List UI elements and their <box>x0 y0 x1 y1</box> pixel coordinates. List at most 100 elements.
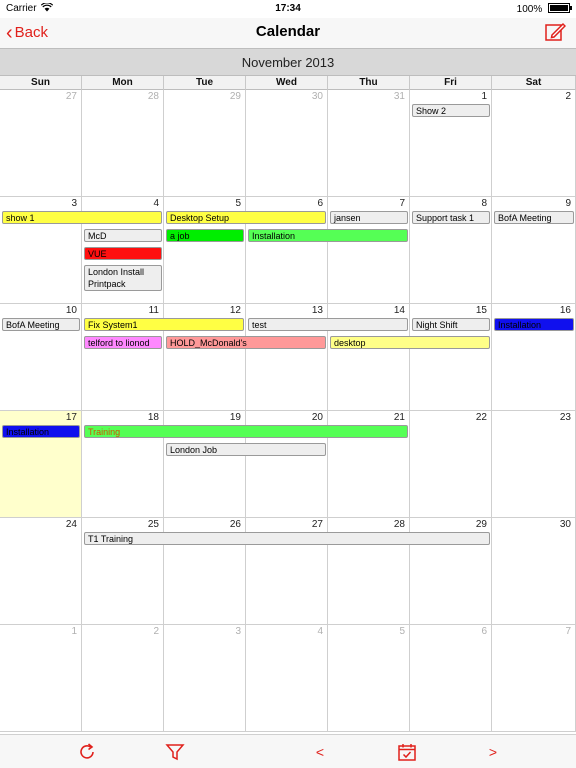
day-cell[interactable]: 28 <box>82 90 164 197</box>
day-number: 5 <box>399 626 405 637</box>
event-installation[interactable]: Installation <box>248 229 408 242</box>
day-number: 7 <box>399 198 405 209</box>
month-grid: 27 28 29 30 31 1 2 3 4 5 6 7 8 9 10 11 12 13 14 15 16 17 18 19 2… <box>0 90 576 732</box>
day-number: 22 <box>475 412 487 423</box>
day-cell[interactable]: 22 <box>410 411 492 518</box>
weekday-tue: Tue <box>164 76 246 90</box>
battery-percent: 100% <box>516 4 543 15</box>
event-support-task-1[interactable]: Support task 1 <box>412 211 490 224</box>
day-cell[interactable]: 30 <box>246 90 328 197</box>
day-number: 13 <box>311 305 323 316</box>
battery-icon <box>548 3 572 13</box>
day-cell[interactable]: 7 <box>492 625 576 732</box>
day-number: 6 <box>481 626 487 637</box>
day-number: 20 <box>311 412 323 423</box>
day-number: 23 <box>559 412 571 423</box>
day-number: 18 <box>147 412 159 423</box>
day-cell[interactable]: 27 <box>0 90 82 197</box>
day-number: 17 <box>65 412 77 423</box>
compose-icon[interactable] <box>544 21 566 43</box>
event-bofa-meeting[interactable]: BofA Meeting <box>494 211 574 224</box>
status-time: 17:34 <box>275 3 301 14</box>
event-london-install-printpack[interactable]: London Install Printpack <box>84 265 162 291</box>
refresh-icon[interactable] <box>76 741 98 763</box>
event-show-2[interactable]: Show 2 <box>412 104 490 117</box>
page-title: Calendar <box>255 23 321 40</box>
weekday-fri: Fri <box>410 76 492 90</box>
day-number: 9 <box>565 198 571 209</box>
day-number: 10 <box>65 305 77 316</box>
weekday-wed: Wed <box>246 76 328 90</box>
day-number: 4 <box>317 626 323 637</box>
next-month-button[interactable]: > <box>482 741 504 763</box>
day-number: 21 <box>393 412 405 423</box>
day-number: 26 <box>229 519 241 530</box>
day-number: 2 <box>565 91 571 102</box>
day-cell[interactable]: 23 <box>492 411 576 518</box>
day-number: 25 <box>147 519 159 530</box>
weekday-thu: Thu <box>328 76 410 90</box>
day-number: 31 <box>393 91 405 102</box>
event-installation[interactable]: Installation <box>2 425 80 438</box>
day-number: 4 <box>153 198 159 209</box>
day-cell[interactable]: 6 <box>410 625 492 732</box>
weekday-sat: Sat <box>492 76 576 90</box>
day-cell[interactable]: 30 <box>492 518 576 625</box>
day-number: 15 <box>475 305 487 316</box>
event-a-job[interactable]: a job <box>166 229 244 242</box>
event-fix-system1[interactable]: Fix System1 <box>84 318 244 331</box>
day-number: 29 <box>475 519 487 530</box>
day-number: 3 <box>235 626 241 637</box>
day-cell[interactable]: 2 <box>492 90 576 197</box>
event-night-shift[interactable]: Night Shift <box>412 318 490 331</box>
day-number: 6 <box>317 198 323 209</box>
month-header: November 2013 <box>0 48 576 76</box>
filter-icon[interactable] <box>164 741 186 763</box>
day-number: 30 <box>559 519 571 530</box>
day-number: 14 <box>393 305 405 316</box>
day-number: 12 <box>229 305 241 316</box>
day-cell[interactable]: 2 <box>82 625 164 732</box>
day-number: 30 <box>311 91 323 102</box>
day-number: 16 <box>559 305 571 316</box>
day-cell[interactable]: 1 <box>0 625 82 732</box>
navigation-bar: ‹ Back Calendar <box>0 18 576 48</box>
event-test[interactable]: test <box>248 318 408 331</box>
day-number: 19 <box>229 412 241 423</box>
day-number: 27 <box>65 91 77 102</box>
event-vue[interactable]: VUE <box>84 247 162 260</box>
event-desktop[interactable]: desktop <box>330 336 490 349</box>
event-desktop-setup[interactable]: Desktop Setup <box>166 211 326 224</box>
day-number: 1 <box>71 626 77 637</box>
day-cell[interactable]: 31 <box>328 90 410 197</box>
event-jansen[interactable]: jansen <box>330 211 408 224</box>
event-telford-to-lionod[interactable]: telford to lionod <box>84 336 162 349</box>
event-show-1[interactable]: show 1 <box>2 211 162 224</box>
bottom-toolbar: < > <box>0 734 576 768</box>
event-mcd[interactable]: McD <box>84 229 162 242</box>
event-hold-mcdonald-s[interactable]: HOLD_McDonald's <box>166 336 326 349</box>
day-number: 5 <box>235 198 241 209</box>
day-number: 24 <box>65 519 77 530</box>
day-cell[interactable]: 4 <box>246 625 328 732</box>
day-number: 11 <box>148 305 159 316</box>
event-t1-training[interactable]: T1 Training <box>84 532 490 545</box>
weekday-header-row: Sun Mon Tue Wed Thu Fri Sat <box>0 76 576 90</box>
day-cell[interactable]: 24 <box>0 518 82 625</box>
day-number: 7 <box>565 626 571 637</box>
day-cell[interactable]: 29 <box>164 90 246 197</box>
event-installation[interactable]: Installation <box>494 318 574 331</box>
day-cell[interactable]: 5 <box>328 625 410 732</box>
day-cell[interactable]: 3 <box>164 625 246 732</box>
day-number: 8 <box>481 198 487 209</box>
day-number: 29 <box>229 91 241 102</box>
event-training[interactable]: Training <box>84 425 408 438</box>
event-london-job[interactable]: London Job <box>166 443 326 456</box>
day-number: 28 <box>393 519 405 530</box>
day-number: 27 <box>311 519 323 530</box>
day-number: 3 <box>71 198 77 209</box>
previous-month-button[interactable]: < <box>309 741 331 763</box>
calendar-today-icon[interactable] <box>396 741 418 763</box>
status-bar: Carrier 17:34 100% <box>0 0 576 18</box>
event-bofa-meeting[interactable]: BofA Meeting <box>2 318 80 331</box>
